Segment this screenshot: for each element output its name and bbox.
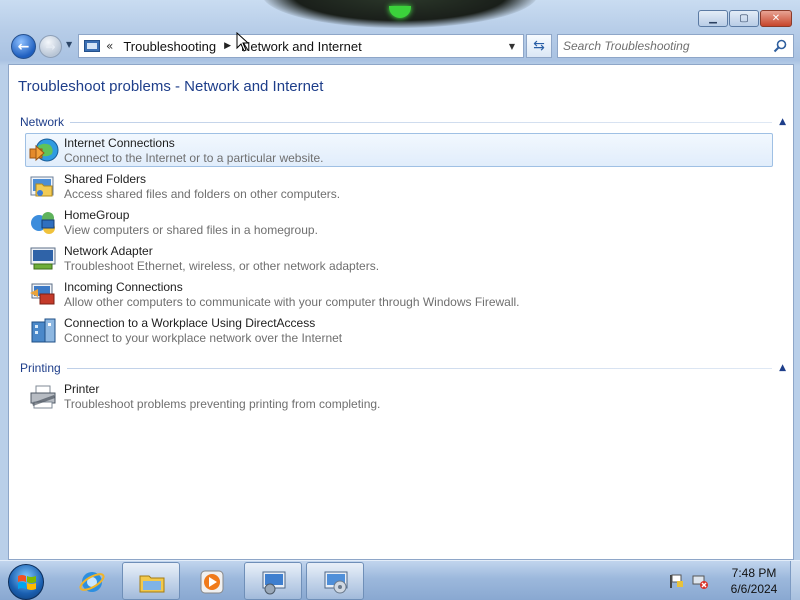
recent-pages-dropdown[interactable]: ▼: [66, 40, 72, 49]
item-title[interactable]: Connection to a Workplace Using DirectAc…: [64, 316, 342, 330]
item-description: Troubleshoot problems preventing printin…: [64, 397, 381, 411]
navigation-bar: ← → ▼ « Troubleshooting ▶ Network and In…: [8, 32, 794, 60]
group-divider: [66, 367, 772, 369]
search-input[interactable]: [563, 39, 763, 53]
control-panel-icon: [84, 40, 100, 52]
taskbar-windows-explorer[interactable]: [122, 562, 180, 600]
item-title[interactable]: Printer: [64, 382, 380, 396]
clock-time: 7:48 PM: [731, 566, 777, 580]
taskbar-control-panel[interactable]: [244, 562, 302, 600]
page-title: Troubleshoot problems - Network and Inte…: [18, 78, 324, 95]
list-item-printer[interactable]: Printer Troubleshoot problems preventing…: [25, 379, 773, 413]
notification-area: 7:48 PM 6/6/2024: [660, 561, 800, 600]
list-item-incoming-connections[interactable]: Incoming Connections Allow other compute…: [25, 277, 773, 311]
item-title[interactable]: Internet Connections: [64, 136, 323, 150]
globe-network-icon: [29, 138, 59, 162]
troubleshooting-icon: [324, 571, 348, 594]
show-desktop-button[interactable]: [790, 561, 800, 600]
breadcrumb-troubleshooting[interactable]: Troubleshooting: [123, 39, 216, 54]
collapse-chevron-icon[interactable]: ▲: [772, 117, 786, 127]
item-description: Connect to your workplace network over t…: [64, 331, 343, 345]
address-bar[interactable]: « Troubleshooting ▶ Network and Internet…: [78, 34, 524, 58]
group-label: Network: [20, 115, 65, 129]
network-adapter-icon: [30, 247, 56, 270]
group-label: Printing: [20, 361, 61, 375]
group-header-network: Network ▲: [20, 114, 786, 130]
action-center-flag-icon[interactable]: [668, 573, 684, 589]
list-item-network-adapter[interactable]: Network Adapter Troubleshoot Ethernet, w…: [25, 241, 773, 275]
incoming-connections-icon: [30, 283, 55, 305]
workplace-directaccess-icon: [31, 318, 56, 343]
refresh-button[interactable]: ⇆: [526, 34, 552, 58]
item-title[interactable]: Incoming Connections: [64, 280, 520, 294]
clock-date: 6/6/2024: [730, 582, 778, 596]
windows-logo-icon: [18, 575, 36, 590]
taskbar-internet-explorer[interactable]: [62, 562, 120, 600]
breadcrumb-network-and-internet[interactable]: Network and Internet: [241, 39, 362, 54]
clock[interactable]: 7:48 PM 6/6/2024: [718, 565, 790, 597]
list-item-workplace-directaccess[interactable]: Connection to a Workplace Using DirectAc…: [25, 313, 773, 347]
item-description: Connect to the Internet or to a particul…: [64, 151, 324, 165]
item-description: View computers or shared files in a home…: [64, 223, 318, 237]
item-title[interactable]: HomeGroup: [64, 208, 318, 222]
group-divider: [70, 121, 772, 123]
printer-icon: [30, 385, 56, 409]
content-pane: Troubleshoot problems - Network and Inte…: [8, 64, 794, 560]
start-button[interactable]: [8, 564, 44, 600]
shared-folder-icon: [30, 176, 54, 197]
item-description: Access shared files and folders on other…: [64, 187, 341, 201]
windows-explorer-icon: [139, 575, 165, 593]
maximize-button[interactable]: ▢: [729, 10, 759, 27]
control-panel-icon: [262, 571, 286, 595]
internet-explorer-icon: [79, 572, 105, 592]
taskbar-troubleshooting[interactable]: [306, 562, 364, 600]
search-icon[interactable]: [773, 39, 787, 53]
search-box[interactable]: [557, 34, 794, 58]
list-item-internet-connections[interactable]: Internet Connections Connect to the Inte…: [25, 133, 773, 167]
back-button[interactable]: ←: [11, 34, 36, 59]
close-button[interactable]: ✕: [760, 10, 792, 27]
breadcrumb-separator-arrow[interactable]: ▶: [224, 41, 231, 51]
list-item-shared-folders[interactable]: Shared Folders Access shared files and f…: [25, 169, 773, 203]
item-description: Troubleshoot Ethernet, wireless, or othe…: [64, 259, 380, 273]
address-dropdown-arrow[interactable]: ▼: [509, 42, 515, 51]
item-title[interactable]: Shared Folders: [64, 172, 340, 186]
forward-button[interactable]: →: [39, 35, 62, 58]
collapse-chevron-icon[interactable]: ▲: [772, 363, 786, 373]
network-disconnected-icon[interactable]: [692, 573, 708, 589]
item-title[interactable]: Network Adapter: [64, 244, 379, 258]
address-overflow-chevron[interactable]: «: [106, 39, 113, 53]
group-header-printing: Printing ▲: [20, 360, 786, 376]
homegroup-icon: [31, 212, 55, 234]
minimize-button[interactable]: ▁: [698, 10, 728, 27]
list-item-homegroup[interactable]: HomeGroup View computers or shared files…: [25, 205, 773, 239]
media-player-icon: [200, 570, 224, 594]
mouse-cursor-icon: [236, 32, 250, 52]
troubleshooting-window: ▁ ▢ ✕ ← → ▼ « Troubleshooting ▶ Network …: [0, 0, 800, 560]
window-controls: ▁ ▢ ✕: [698, 10, 792, 27]
taskbar: 7:48 PM 6/6/2024: [0, 560, 800, 600]
item-description: Allow other computers to communicate wit…: [64, 295, 520, 309]
taskbar-media-player[interactable]: [182, 562, 240, 600]
